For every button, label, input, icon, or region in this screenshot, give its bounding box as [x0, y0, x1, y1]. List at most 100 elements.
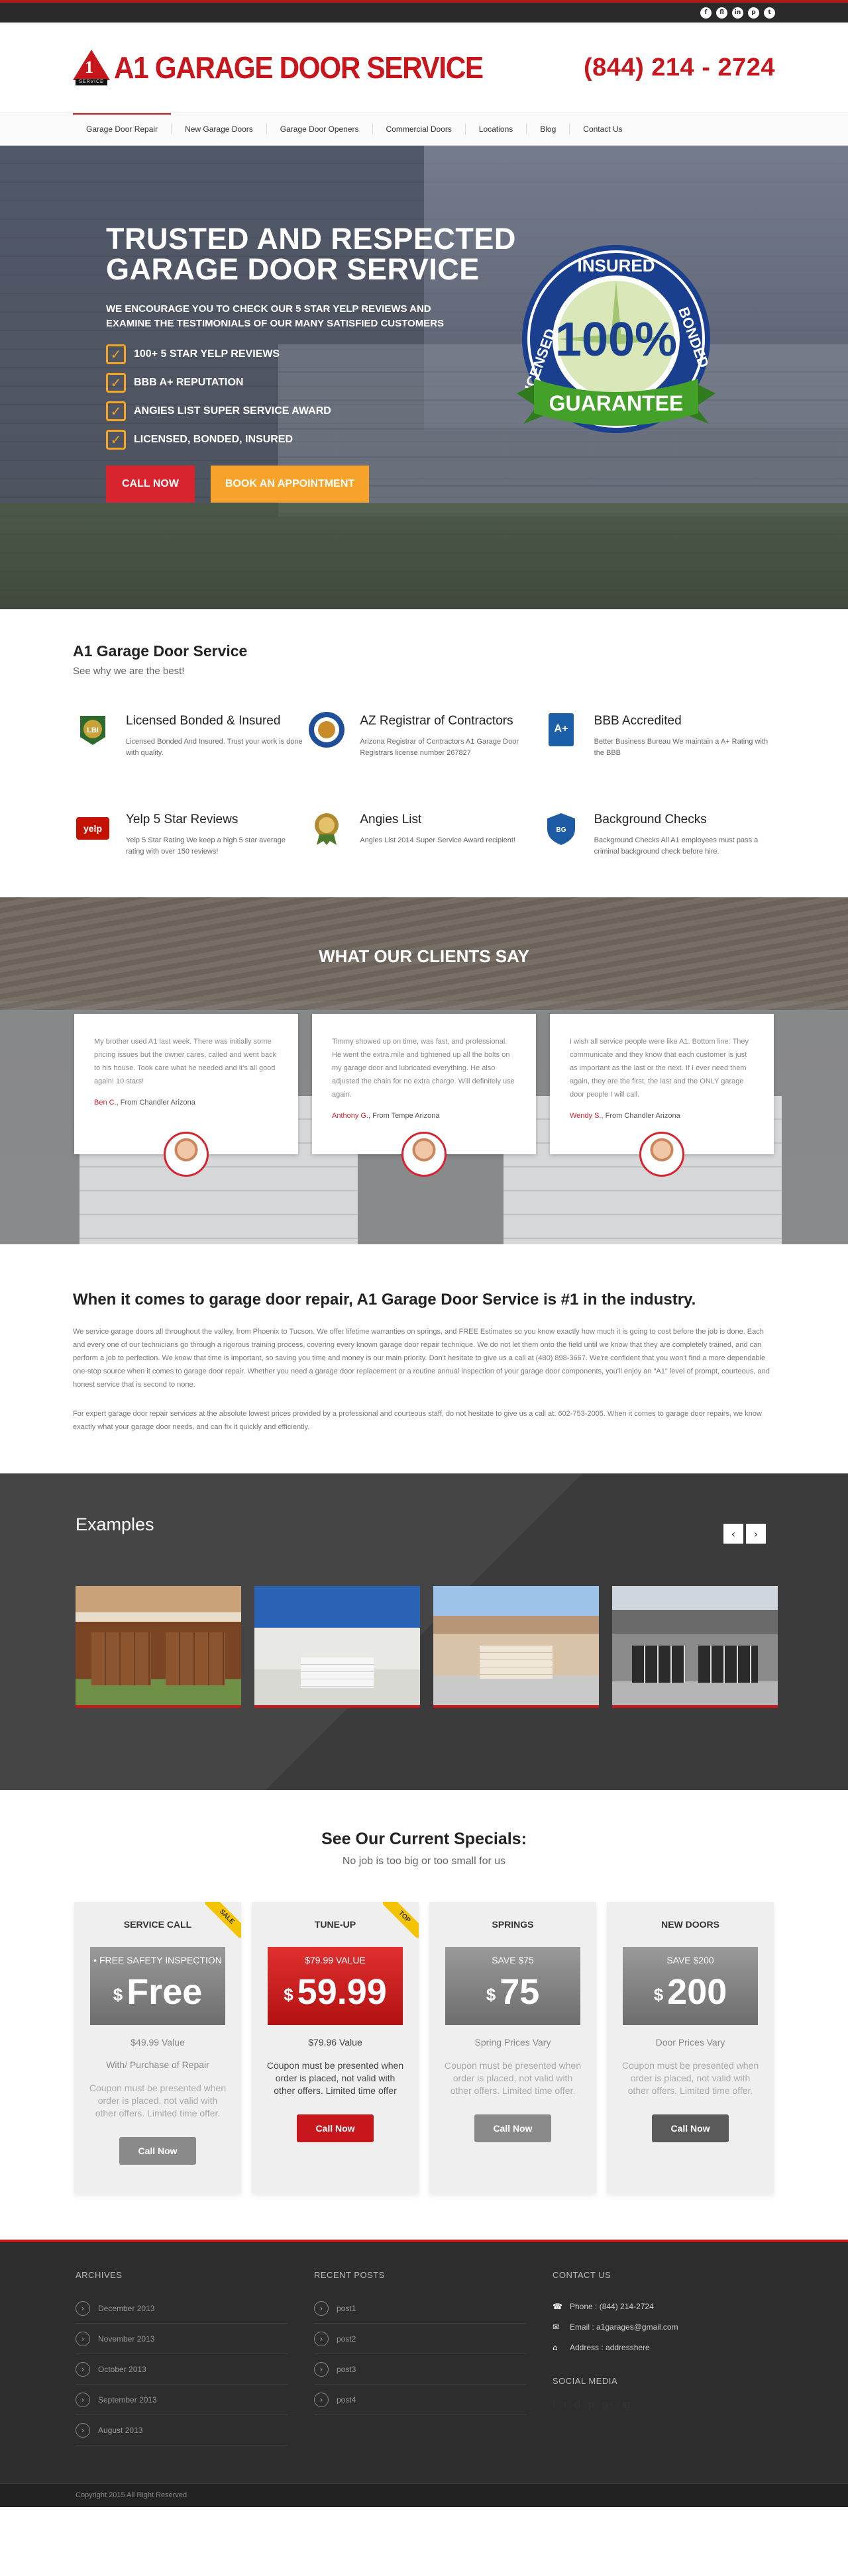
plan-call-now-button[interactable]: Call Now	[652, 2114, 729, 2142]
example-photo-stucco-house[interactable]	[433, 1586, 599, 1708]
features-section: A1 Garage Door Service See why we are th…	[0, 609, 848, 897]
feature-item: Angies List Angies List 2014 Super Servic…	[307, 809, 541, 858]
feature-item: yelp Yelp 5 Star Reviews Yelp 5 Star Ratin…	[73, 809, 307, 858]
plan-price-box: $79.99 VALUE $59.99	[268, 1947, 403, 2025]
about-paragraph-1: We service garage doors all throughout t…	[73, 1328, 770, 1389]
feature-item: LBI Licensed Bonded & Insured Licensed Bon…	[73, 710, 307, 759]
dribbble-icon[interactable]: d	[574, 2399, 580, 2411]
twitter-icon[interactable]: t	[563, 2399, 566, 2411]
examples-next-button[interactable]: ›	[746, 1524, 766, 1544]
testimonial-text: Timmy showed up on time, was fast, and p…	[332, 1038, 515, 1099]
about-paragraph-2: For expert garage door repair services a…	[73, 1410, 762, 1431]
instagram-icon[interactable]: ig	[622, 2399, 630, 2411]
hero-checklist: ✓ 100+ 5 STAR YELP REVIEWS ✓ BBB A+ REPUTAT…	[106, 344, 570, 450]
twitter-icon[interactable]: t	[764, 7, 775, 19]
nav-item-contact-us[interactable]: Contact Us	[570, 113, 635, 145]
plan-call-now-button[interactable]: Call Now	[474, 2114, 551, 2142]
bbb-icon: A+	[541, 710, 581, 750]
nav-item-blog[interactable]: Blog	[527, 113, 569, 145]
features-subtitle: See why we are the best!	[73, 666, 185, 677]
plan-price-amount: $75	[445, 1965, 580, 2021]
nav-item-garage-door-repair[interactable]: Garage Door Repair	[73, 113, 172, 145]
footer-archive-link[interactable]: › September 2013	[76, 2385, 288, 2414]
footer-post-link[interactable]: › post1	[314, 2293, 526, 2323]
plan-coupon-terms: Coupon must be presented when order is p…	[266, 2060, 404, 2096]
plan-ribbon: TOP	[383, 1902, 419, 1938]
hero-check-item: ✓ ANGIES LIST SUPER SERVICE AWARD	[106, 401, 570, 421]
footer-post-link[interactable]: › post2	[314, 2324, 526, 2353]
footer-archive-link-label: August 2013	[98, 2425, 143, 2435]
plan-amount-value: 200	[667, 1972, 727, 2012]
feature-description: Licensed Bonded And Insured. Trust your …	[126, 738, 303, 757]
nav-item-garage-door-openers[interactable]: Garage Door Openers	[267, 113, 372, 145]
site-logo[interactable]: 1 SERVICE A1 GARAGE DOOR SERVICE	[73, 50, 515, 85]
chevron-right-icon: ›	[314, 2301, 329, 2316]
plan-price-box: • FREE SAFETY INSPECTION $ Free	[90, 1947, 225, 2025]
feature-title: Background Checks	[594, 813, 707, 826]
google-plus-icon[interactable]: g+	[602, 2399, 614, 2411]
testimonial-author: Anthony G., From Tempe Arizona	[332, 1112, 516, 1120]
feature-description: Yelp 5 Star Rating We keep a high 5 star…	[126, 836, 286, 856]
footer-archive-link[interactable]: › November 2013	[76, 2324, 288, 2353]
nav-item-commercial-doors[interactable]: Commercial Doors	[373, 113, 465, 145]
plan-call-now-button[interactable]: Call Now	[297, 2114, 374, 2142]
plan-coupon-terms: Coupon must be presented when order is p…	[621, 2060, 759, 2096]
phone-icon: ☎	[553, 2301, 562, 2311]
footer-archive-link[interactable]: › August 2013	[76, 2415, 288, 2445]
footer-recent-posts-title: RECENT POSTS	[314, 2270, 385, 2280]
footer-archives-title: ARCHIVES	[76, 2270, 123, 2280]
checkmark-icon: ✓	[106, 373, 126, 393]
plan-call-now-button[interactable]: Call Now	[119, 2137, 196, 2165]
chevron-right-icon: ›	[76, 2422, 90, 2438]
testimonial-author: Ben C., From Chandler Arizona	[94, 1099, 278, 1107]
home-icon: ⌂	[553, 2342, 558, 2352]
feature-title: Yelp 5 Star Reviews	[126, 813, 238, 826]
seal-center-text: 100%	[555, 313, 677, 366]
example-photo-modern-house[interactable]	[612, 1586, 778, 1708]
plan-name: SPRINGS	[492, 1919, 534, 1930]
footer-post-link[interactable]: › post4	[314, 2385, 526, 2414]
hero-check-label: BBB A+ REPUTATION	[134, 377, 244, 388]
svg-text:BG: BG	[556, 826, 566, 834]
example-photo-wood-garage[interactable]	[76, 1586, 241, 1708]
svg-text:A+: A+	[554, 723, 568, 734]
testimonial-author-name: Wendy S.	[570, 1112, 602, 1120]
nav-item-locations[interactable]: Locations	[466, 113, 526, 145]
hero-background-lawn	[0, 503, 848, 609]
chevron-right-icon: ›	[314, 2361, 329, 2377]
svg-text:yelp: yelp	[83, 823, 102, 834]
plan-card-tune-up: TOP TUNE-UP $79.99 VALUE $59.99 $79.96 Value…	[252, 1902, 419, 2193]
testimonial-text: I wish all service people were like A1. …	[570, 1038, 749, 1099]
hero-check-item: ✓ 100+ 5 STAR YELP REVIEWS	[106, 344, 570, 364]
plan-ribbon-label: SALE	[205, 1902, 241, 1938]
footer-post-link[interactable]: › post3	[314, 2354, 526, 2384]
footer-phone[interactable]: Phone : (844) 214-2724	[570, 2302, 654, 2311]
example-photo-white-house[interactable]	[254, 1586, 420, 1708]
footer-post-link-label: post1	[337, 2303, 356, 2313]
footer-archive-link[interactable]: › October 2013	[76, 2354, 288, 2384]
plan-ribbon-label: TOP	[383, 1902, 419, 1938]
chevron-right-icon: ›	[76, 2331, 90, 2346]
testimonial-author-location: , From Tempe Arizona	[368, 1112, 440, 1120]
facebook-icon[interactable]: f	[553, 2399, 555, 2411]
nav-item-new-garage-doors[interactable]: New Garage Doors	[172, 113, 266, 145]
footer-archive-link[interactable]: › December 2013	[76, 2293, 288, 2323]
flickr-icon[interactable]: fl	[716, 7, 727, 19]
facebook-icon[interactable]: f	[700, 7, 712, 19]
hero-check-item: ✓ BBB A+ REPUTATION	[106, 373, 570, 393]
pinterest-icon[interactable]: p	[588, 2399, 594, 2411]
examples-section: Examples ‹ ›	[0, 1473, 848, 1790]
footer-email[interactable]: Email : a1garages@gmail.com	[570, 2322, 678, 2332]
plan-value: Spring Prices Vary	[474, 2037, 551, 2048]
book-appointment-button[interactable]: BOOK AN APPOINTMENT	[210, 466, 370, 503]
instagram-icon[interactable]: in	[732, 7, 743, 19]
plan-value: $49.99 Value	[131, 2037, 185, 2048]
plan-amount-value: 75	[500, 1972, 540, 2012]
examples-prev-button[interactable]: ‹	[723, 1524, 743, 1544]
header-phone[interactable]: (844) 214 - 2724	[584, 54, 775, 82]
pinterest-icon[interactable]: p	[748, 7, 759, 19]
specials-section: See Our Current Specials: No job is too …	[0, 1790, 848, 2240]
testimonial-author-location: , From Chandler Arizona	[116, 1099, 195, 1107]
testimonial-author-name: Anthony G.	[332, 1112, 369, 1120]
call-now-button[interactable]: CALL NOW	[106, 466, 195, 503]
